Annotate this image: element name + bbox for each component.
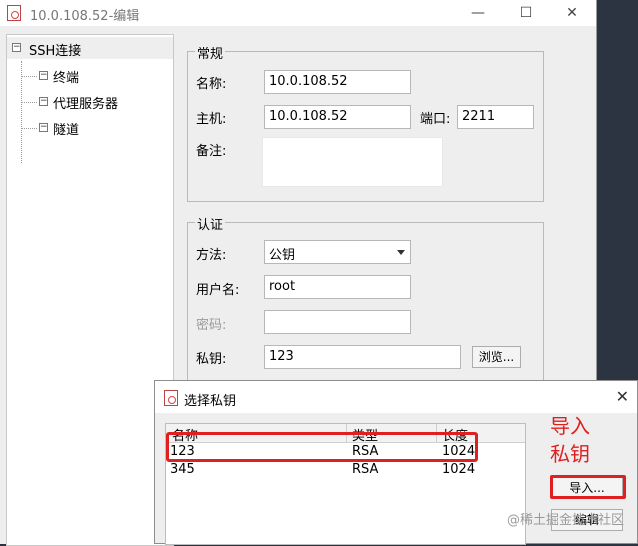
tree-item-ssh[interactable]: − SSH连接 (7, 37, 173, 59)
password-field[interactable] (264, 310, 411, 334)
dialog-title: 选择私钥 (184, 394, 237, 409)
tree-item-label: 代理服务器 (53, 97, 119, 112)
java-app-icon (164, 390, 178, 406)
cell-name: 345 (170, 462, 195, 477)
browse-button[interactable]: 浏览... (472, 346, 521, 368)
key-label: 私钥: (196, 352, 227, 367)
tree-connector (21, 76, 37, 77)
password-label: 密码: (196, 318, 227, 333)
annotation-line: 私钥 (550, 442, 590, 466)
chevron-down-icon (397, 250, 405, 255)
method-value: 公钥 (269, 248, 296, 263)
method-label: 方法: (196, 248, 227, 263)
collapse-icon[interactable]: − (39, 97, 48, 106)
minimize-button[interactable]: — (468, 4, 488, 22)
method-select[interactable]: 公钥 (264, 240, 411, 264)
highlight-box (166, 432, 478, 462)
name-field[interactable]: 10.0.108.52 (264, 70, 411, 94)
tree-item-tunnel[interactable]: − 隧道 (37, 118, 167, 138)
tree-item-terminal[interactable]: − 终端 (37, 66, 167, 86)
collapse-icon[interactable]: − (39, 123, 48, 132)
group-title: 认证 (195, 214, 226, 233)
note-label: 备注: (196, 144, 227, 159)
tree-item-label: 隧道 (53, 123, 80, 138)
tree-item-label: 终端 (53, 71, 80, 86)
highlight-box (550, 475, 626, 499)
tree-connector (21, 102, 37, 103)
user-label: 用户名: (196, 283, 240, 298)
group-title: 常规 (195, 43, 226, 62)
close-button[interactable]: ✕ (562, 4, 582, 22)
collapse-icon[interactable]: − (39, 71, 48, 80)
tree-connector (21, 128, 37, 129)
close-icon[interactable]: ✕ (616, 387, 629, 406)
key-field[interactable]: 123 (264, 345, 461, 369)
port-field[interactable]: 2211 (457, 105, 534, 129)
host-field[interactable]: 10.0.108.52 (264, 105, 411, 129)
cell-type: RSA (352, 462, 379, 477)
annotation-text: 导入 私钥 (550, 412, 590, 468)
port-label: 端口: (420, 112, 451, 127)
dialog-title-bar: 选择私钥 ✕ (155, 381, 637, 413)
annotation-line: 导入 (550, 414, 590, 438)
java-app-icon (7, 5, 21, 21)
maximize-button[interactable]: ☐ (516, 4, 536, 22)
title-bar: 10.0.108.52-编辑 — ☐ ✕ (0, 0, 596, 26)
collapse-icon[interactable]: − (12, 43, 21, 52)
table-row[interactable]: 345 RSA 1024 (166, 461, 525, 479)
cell-length: 1024 (442, 462, 476, 477)
name-label: 名称: (196, 77, 227, 92)
window-title: 10.0.108.52-编辑 (30, 9, 140, 24)
note-field[interactable] (262, 137, 443, 187)
tree-item-proxy[interactable]: − 代理服务器 (37, 92, 167, 112)
user-field[interactable]: root (264, 275, 411, 299)
tree-root-label: SSH连接 (29, 44, 82, 59)
settings-tree: − SSH连接 − 终端 − 代理服务器 − 隧道 (6, 34, 174, 546)
watermark: @稀土掘金技术社区 (506, 513, 624, 528)
host-label: 主机: (196, 112, 227, 127)
